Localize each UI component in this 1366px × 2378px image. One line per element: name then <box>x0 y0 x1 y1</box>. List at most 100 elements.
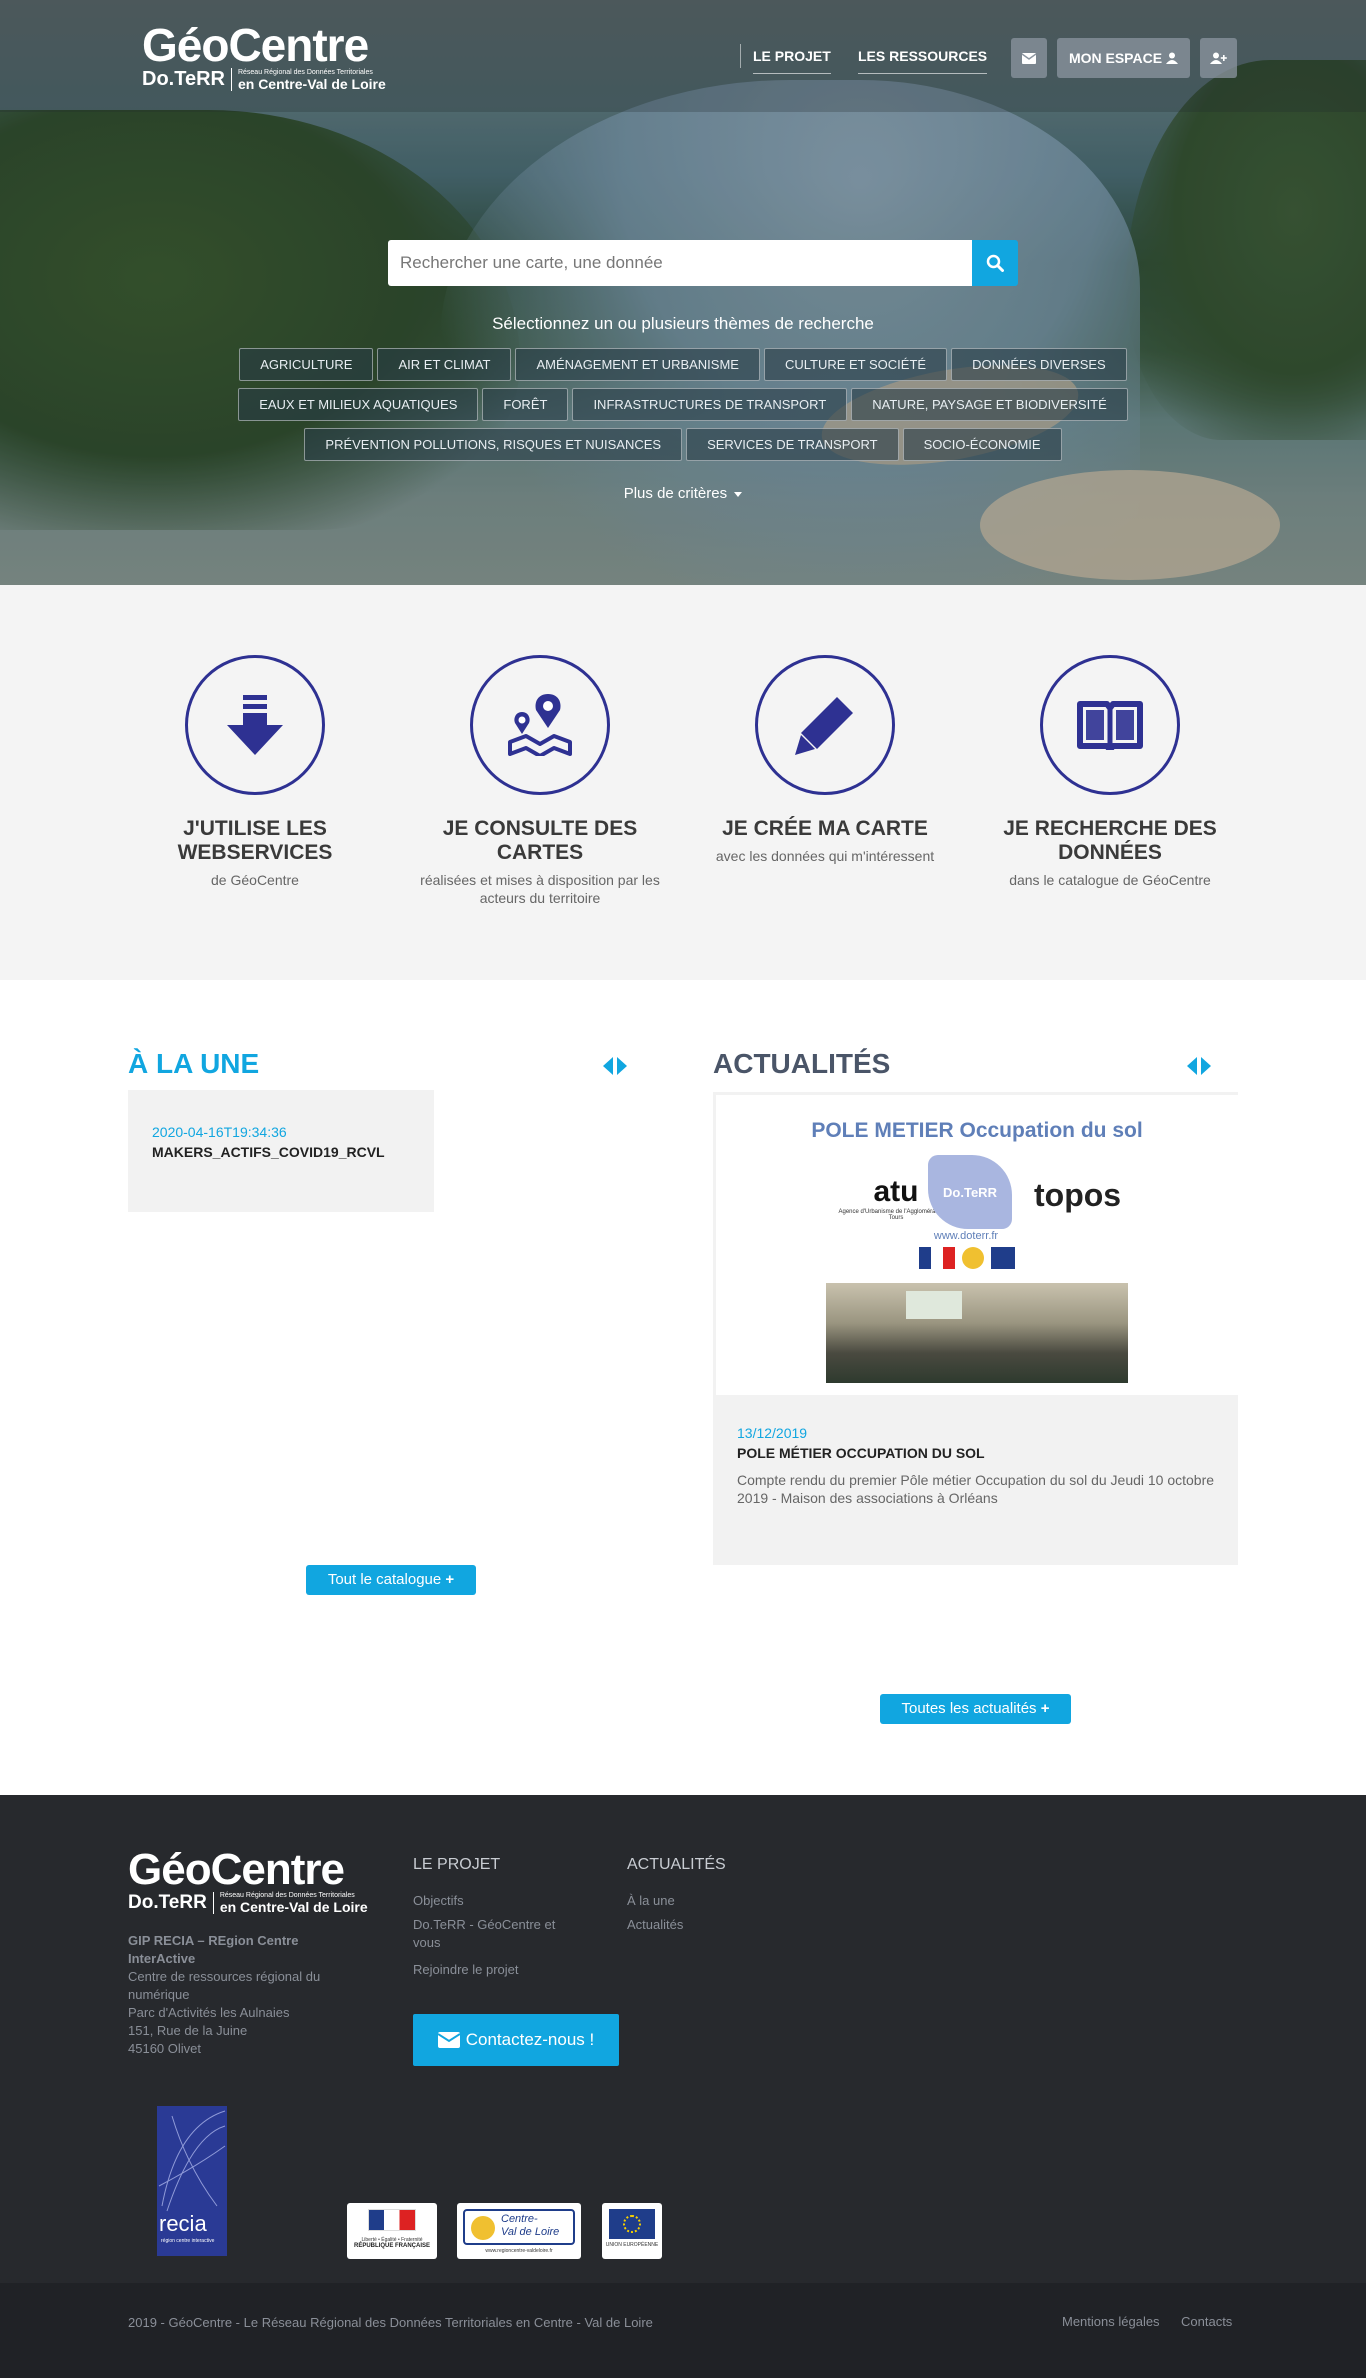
theme-chip[interactable]: EAUX ET MILIEUX AQUATIQUES <box>238 388 479 421</box>
theme-chip[interactable]: DONNÉES DIVERSES <box>951 348 1127 381</box>
envelope-icon <box>437 2032 460 2048</box>
meeting-photo <box>826 1283 1128 1383</box>
logo-title: GéoCentre <box>142 19 369 71</box>
footer-link-rejoindre[interactable]: Rejoindre le projet <box>413 1961 519 1979</box>
actu-image: POLE METIER Occupation du sol atu Agence… <box>716 1095 1238 1395</box>
mentions-legales-link[interactable]: Mentions légales <box>1062 2314 1160 2329</box>
feature-title: J'UTILISE LES WEBSERVICES <box>177 817 333 864</box>
search-input[interactable] <box>388 240 972 286</box>
projection-screen <box>906 1291 962 1319</box>
theme-chip[interactable]: SERVICES DE TRANSPORT <box>686 428 899 461</box>
feature-icon-circle <box>1040 655 1180 795</box>
recia-logo[interactable]: recia région centre interactive <box>157 2106 227 2256</box>
footer-col-projet-title: LE PROJET <box>413 1856 501 1873</box>
republique-francaise-logo[interactable]: Liberté • Égalité • Fraternité RÉPUBLIQU… <box>347 2203 437 2259</box>
feature-subtitle: de GéoCentre <box>211 872 299 888</box>
plus-icon: + <box>445 1571 455 1588</box>
eu-stars <box>623 2215 641 2233</box>
region-logo <box>962 1247 984 1269</box>
site-logo[interactable]: GéoCentre Do.TeRR Réseau Régional des Do… <box>142 22 402 92</box>
all-news-label: Toutes les actualités <box>901 1700 1037 1717</box>
catalogue-button-label: Tout le catalogue <box>327 1571 442 1588</box>
region-centre-logo[interactable]: Centre- Val de Loire www.regioncentre-va… <box>457 2203 581 2259</box>
nav-le-projet[interactable]: LE PROJET <box>740 44 831 74</box>
footer-link-objectifs[interactable]: Objectifs <box>413 1892 464 1910</box>
actu-image-heading: POLE METIER Occupation du sol <box>811 1119 1143 1142</box>
feature-cartes[interactable]: JE CONSULTE DES CARTES réalisées et mise… <box>410 655 670 907</box>
logo-region: en Centre-Val de Loire <box>237 75 386 92</box>
marianne-flag <box>368 2209 416 2231</box>
org-name: GIP RECIA – REgion Centre InterActive <box>128 1933 299 1966</box>
topos-logo: topos <box>1034 1177 1122 1213</box>
theme-chip[interactable]: INFRASTRUCTURES DE TRANSPORT <box>572 388 848 421</box>
theme-chip[interactable]: NATURE, PAYSAGE ET BIODIVERSITÉ <box>851 388 1128 421</box>
une-item-title: MAKERS_ACTIFS_COVID19_RCVL <box>152 1144 385 1160</box>
chevron-left-icon[interactable] <box>1187 1057 1197 1075</box>
envelope-icon <box>1022 52 1036 64</box>
more-criteria-toggle[interactable]: Plus de critères <box>0 485 1366 502</box>
actu-carousel-arrows <box>1187 1057 1217 1077</box>
pencil-icon <box>795 697 853 755</box>
actu-date: 13/12/2019 <box>737 1425 808 1441</box>
theme-chip[interactable]: SOCIO-ÉCONOMIE <box>902 428 1062 461</box>
contact-button[interactable]: Contactez-nous ! <box>413 2014 619 2066</box>
mon-espace-label: MON ESPACE <box>1068 50 1163 66</box>
feature-recherche-donnees[interactable]: JE RECHERCHE DES DONNÉES dans le catalog… <box>980 655 1240 889</box>
catalogue-button[interactable]: Tout le catalogue + <box>306 1565 476 1595</box>
footer-link-actualites[interactable]: Actualités <box>627 1916 683 1934</box>
mail-button[interactable] <box>1011 38 1047 78</box>
mon-espace-button[interactable]: MON ESPACE <box>1057 38 1190 78</box>
theme-chips: AGRICULTURE AIR ET CLIMAT AMÉNAGEMENT ET… <box>180 348 1186 461</box>
register-button[interactable] <box>1200 38 1237 78</box>
theme-chip[interactable]: AMÉNAGEMENT ET URBANISME <box>515 348 760 381</box>
download-icon <box>227 695 283 755</box>
footer-logo[interactable]: GéoCentre Do.TeRR Réseau Régional des Do… <box>128 1848 378 1914</box>
region-heart-icon <box>471 2216 495 2240</box>
recia-label: recia <box>159 2211 207 2236</box>
une-date: 2020-04-16T19:34:36 <box>152 1124 287 1140</box>
une-card[interactable]: 2020-04-16T19:34:36 MAKERS_ACTIFS_COVID1… <box>128 1090 434 1212</box>
feature-icon-circle <box>755 655 895 795</box>
footer-link-doterr[interactable]: Do.TeRR - GéoCentre et vous <box>413 1916 583 1952</box>
region-logo-frame: Centre- Val de Loire <box>463 2209 575 2245</box>
france-flag-logo <box>919 1247 955 1269</box>
eu-flag-icon <box>609 2209 655 2239</box>
org-line: Parc d'Activités les Aulnaies <box>128 2005 290 2020</box>
caret-down-icon <box>734 491 743 497</box>
more-criteria-label: Plus de critères <box>623 485 728 502</box>
theme-chip[interactable]: PRÉVENTION POLLUTIONS, RISQUES ET NUISAN… <box>304 428 683 461</box>
contacts-link[interactable]: Contacts <box>1181 2314 1232 2329</box>
feature-creer-carte[interactable]: JE CRÉE MA CARTE avec les données qui m'… <box>695 655 955 865</box>
footer-link-une[interactable]: À la une <box>627 1892 675 1910</box>
chevron-right-icon[interactable] <box>1201 1057 1211 1075</box>
feature-title: JE CRÉE MA CARTE <box>722 817 928 840</box>
recia-sub: région centre interactive <box>161 2238 215 2244</box>
features-section: J'UTILISE LES WEBSERVICES de GéoCentre J… <box>0 585 1366 980</box>
footer-logo-brand: Do.TeRR <box>128 1892 214 1914</box>
actu-item-title: POLE MÉTIER OCCUPATION DU SOL <box>737 1445 985 1461</box>
feature-icon-circle <box>470 655 610 795</box>
theme-chip[interactable]: AIR ET CLIMAT <box>377 348 512 381</box>
map-pin-icon <box>508 694 572 756</box>
doterr-url: www.doterr.fr <box>933 1230 999 1242</box>
feature-webservices[interactable]: J'UTILISE LES WEBSERVICES de GéoCentre <box>125 655 385 889</box>
theme-chip[interactable]: FORÊT <box>482 388 569 421</box>
chevron-left-icon[interactable] <box>603 1057 613 1075</box>
actu-card[interactable]: POLE METIER Occupation du sol atu Agence… <box>713 1092 1238 1565</box>
logo-brand: Do.TeRR <box>142 68 232 91</box>
all-news-button[interactable]: Toutes les actualités + <box>880 1694 1071 1724</box>
footer-address: GIP RECIA – REgion Centre InterActive Ce… <box>128 1932 348 2058</box>
union-europeenne-logo[interactable]: UNION EUROPÉENNE <box>602 2203 662 2259</box>
feature-subtitle: dans le catalogue de GéoCentre <box>1009 872 1211 888</box>
feature-title: JE CONSULTE DES CARTES <box>442 817 638 864</box>
search-icon <box>986 254 1004 272</box>
theme-chip[interactable]: AGRICULTURE <box>239 348 374 381</box>
org-line: 45160 Olivet <box>128 2041 201 2056</box>
une-carousel-arrows <box>603 1057 633 1077</box>
chevron-right-icon[interactable] <box>617 1057 627 1075</box>
une-title: À LA UNE <box>128 1048 260 1079</box>
nav-les-ressources[interactable]: LES RESSOURCES <box>846 44 988 74</box>
search-button[interactable] <box>972 240 1018 286</box>
eu-logo <box>991 1247 1015 1269</box>
theme-chip[interactable]: CULTURE ET SOCIÉTÉ <box>763 348 948 381</box>
